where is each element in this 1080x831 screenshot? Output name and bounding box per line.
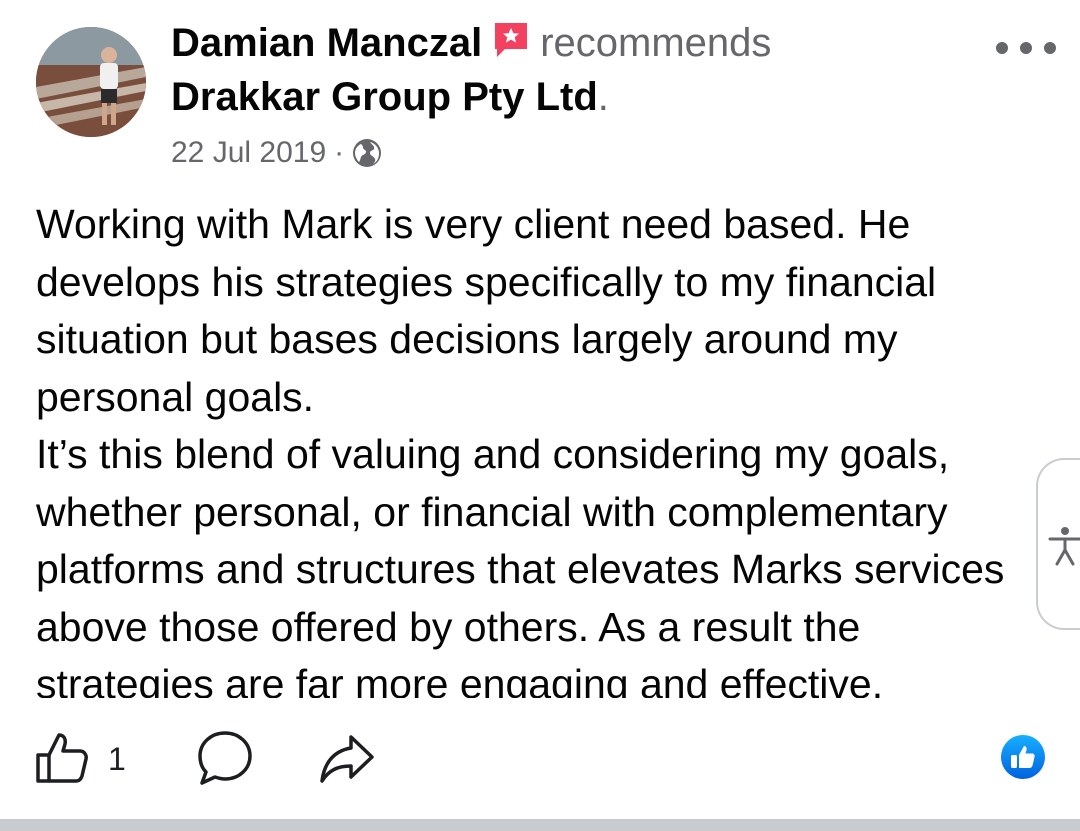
period: .: [597, 75, 609, 119]
like-count[interactable]: 1: [108, 739, 126, 779]
comment-icon: [198, 731, 252, 785]
more-dot: [1044, 42, 1056, 54]
more-dot: [996, 42, 1008, 54]
post-meta: 22 Jul 2019 ·: [171, 132, 382, 174]
more-dot: [1020, 42, 1032, 54]
recommends-text: recommends: [540, 21, 772, 65]
meta-separator: ·: [334, 136, 345, 169]
more-options-icon[interactable]: [996, 36, 1056, 60]
accessibility-tab[interactable]: [1036, 458, 1080, 630]
thumbs-up-icon: [36, 733, 88, 783]
globe-icon: [352, 138, 382, 168]
page-name[interactable]: Drakkar Group Pty Ltd: [171, 75, 598, 119]
post-header-line: Damian Manczal recommends: [171, 18, 771, 68]
like-button[interactable]: [34, 729, 90, 785]
share-button[interactable]: [318, 729, 376, 787]
accessibility-icon: [1048, 527, 1080, 566]
bottom-divider: [0, 819, 1080, 831]
post-date[interactable]: 22 Jul 2019: [171, 132, 326, 174]
comment-button[interactable]: [196, 729, 254, 787]
post-body: Working with Mark is very client need ba…: [36, 196, 1046, 698]
author-name[interactable]: Damian Manczal: [171, 21, 482, 65]
post-paragraph: It’s this blend of valuing and consideri…: [36, 431, 1005, 698]
page-line: Drakkar Group Pty Ltd.: [171, 72, 609, 122]
action-bar: 1: [0, 725, 1080, 795]
avatar[interactable]: [36, 27, 146, 137]
post-paragraph: Working with Mark is very client need ba…: [36, 201, 937, 420]
like-reaction-icon[interactable]: [1000, 734, 1046, 780]
share-icon: [320, 735, 374, 783]
recommendation-icon: [492, 20, 530, 60]
